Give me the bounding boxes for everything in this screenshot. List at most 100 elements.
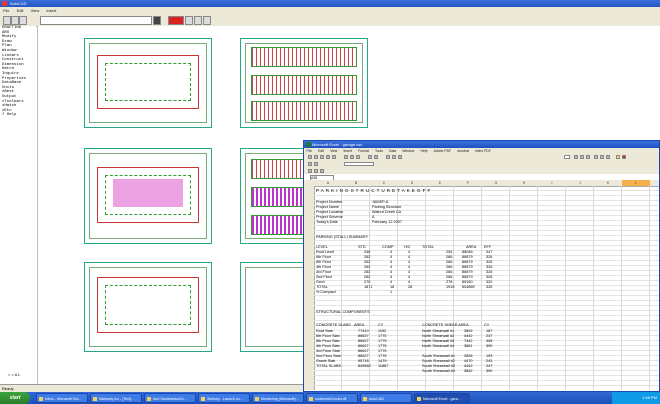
table-cell[interactable]: 1: [390, 290, 392, 295]
excel-window[interactable]: Microsoft Excel - garage.csv File Edit V…: [303, 140, 660, 392]
table-cell[interactable]: 246: [364, 250, 370, 255]
table-cell[interactable]: 5th Floor Slab: [316, 339, 340, 344]
table-cell[interactable]: 3506: [464, 354, 472, 359]
taskbar-item[interactable]: Inbox - Microsoft Out...: [36, 393, 88, 403]
table-cell[interactable]: 77410: [358, 329, 369, 334]
table-cell[interactable]: 4: [390, 255, 392, 260]
save-file-icon[interactable]: [19, 16, 27, 25]
table-cell[interactable]: 326: [486, 265, 492, 270]
table-cell[interactable]: 4: [408, 260, 410, 265]
table-cell[interactable]: 1152: [378, 329, 386, 334]
layer-dropdown[interactable]: [40, 16, 152, 25]
taskbar-item[interactable]: xsolvesAnDoctor.dll: [306, 393, 358, 403]
table-cell[interactable]: North Shearwall #1: [422, 329, 454, 334]
table-cell[interactable]: 86879: [462, 265, 473, 270]
table-cell[interactable]: 187: [486, 329, 492, 334]
linetype-icon[interactable]: [185, 16, 193, 25]
table-cell[interactable]: 270: [364, 280, 370, 285]
table-cell[interactable]: South Shearwall #4: [422, 369, 455, 374]
menu-insert[interactable]: Insert: [43, 7, 59, 14]
table-header[interactable]: H/C: [404, 245, 411, 250]
table-cell[interactable]: 95718: [358, 359, 369, 364]
preview-icon[interactable]: [332, 155, 336, 159]
font-color-icon[interactable]: [622, 155, 626, 159]
table-cell[interactable]: 3rd Floor Slab: [316, 349, 340, 354]
table-cell[interactable]: 326: [486, 275, 492, 280]
align-left-icon[interactable]: [594, 155, 598, 159]
taskbar-item[interactable]: Aird Studios/sku/2c...: [144, 393, 196, 403]
table-cell[interactable]: North Shearwall #2: [422, 334, 454, 339]
draw-icon[interactable]: [308, 169, 312, 173]
drawing-sheet-plan[interactable]: [84, 148, 212, 244]
table-cell[interactable]: 4: [408, 280, 410, 285]
table-cell[interactable]: South Shearwall #2: [422, 359, 455, 364]
table-cell[interactable]: 604869: [462, 285, 475, 290]
table-cell[interactable]: 6th Floor Slab: [316, 334, 340, 339]
table-cell[interactable]: 86627: [358, 354, 369, 359]
table-cell[interactable]: 11867: [378, 364, 388, 369]
project-value[interactable]: JAMEP-A: [372, 200, 388, 205]
bold-icon[interactable]: [574, 155, 578, 159]
project-label[interactable]: Project Name: [316, 205, 339, 210]
table-cell[interactable]: 86627: [358, 344, 369, 349]
table-cell[interactable]: 86627: [358, 334, 369, 339]
project-label[interactable]: Project Number: [316, 200, 342, 205]
table-cell[interactable]: 3842: [464, 369, 472, 374]
pdf-email-icon[interactable]: [314, 162, 318, 166]
project-label[interactable]: Today's Date: [316, 220, 338, 225]
open-file-icon[interactable]: [11, 16, 19, 25]
table-cell[interactable]: 86879: [462, 270, 473, 275]
taskbar-item[interactable]: AutoCAD: [360, 393, 412, 403]
new-icon[interactable]: [308, 155, 312, 159]
spreadsheet-grid[interactable]: P A R K I N G S T R U C T U R E T A K E …: [314, 186, 659, 390]
table-cell[interactable]: 266: [446, 265, 452, 270]
project-value[interactable]: Walnut Creek CA: [372, 210, 401, 215]
table-header[interactable]: STD: [358, 245, 366, 250]
table-cell[interactable]: 262: [364, 255, 370, 260]
table-cell[interactable]: 3861: [464, 344, 472, 349]
menu-edit[interactable]: Edit: [14, 7, 27, 14]
table-cell[interactable]: 86627: [358, 349, 369, 354]
table-cell[interactable]: South Shearwall #3: [422, 364, 455, 369]
row-header[interactable]: [304, 381, 314, 386]
project-value[interactable]: A: [372, 215, 375, 220]
table-cell[interactable]: 28: [408, 285, 412, 290]
font-size-dropdown[interactable]: [564, 155, 570, 159]
table-cell[interactable]: 326: [486, 285, 492, 290]
layout-tabs[interactable]: < > A L: [8, 372, 20, 377]
table-cell[interactable]: 86879: [462, 255, 473, 260]
table-cell[interactable]: 4: [390, 275, 392, 280]
chart-icon[interactable]: [398, 155, 402, 159]
table-cell[interactable]: 262: [364, 270, 370, 275]
table-cell[interactable]: 1915: [446, 285, 454, 290]
textbox-icon[interactable]: [320, 169, 324, 173]
table-cell[interactable]: 1775: [378, 334, 386, 339]
table-cell[interactable]: 2nd Floor: [316, 275, 332, 280]
table-cell[interactable]: 1479: [378, 359, 386, 364]
table-cell[interactable]: 347: [486, 250, 492, 255]
table-header[interactable]: EFF: [484, 245, 491, 250]
table-cell[interactable]: 4: [408, 270, 410, 275]
table-cell[interactable]: 326: [486, 270, 492, 275]
screen-menu-item[interactable]: ? Help: [0, 113, 36, 118]
table-cell[interactable]: 266: [446, 260, 452, 265]
table-cell[interactable]: 243: [486, 359, 492, 364]
table-cell[interactable]: 849840: [358, 364, 371, 369]
sort-icon[interactable]: [392, 155, 396, 159]
table-cell[interactable]: 4442: [464, 334, 472, 339]
table-cell[interactable]: 3892: [464, 329, 472, 334]
table-cell[interactable]: 262: [364, 265, 370, 270]
shape-icon[interactable]: [314, 169, 318, 173]
table-cell[interactable]: 4th Floor: [316, 265, 331, 270]
reply-changes-field[interactable]: [344, 162, 374, 166]
table-header[interactable]: AREA: [354, 323, 364, 328]
table-header[interactable]: LEVEL: [316, 245, 328, 250]
table-cell[interactable]: 4: [408, 250, 410, 255]
table-cell[interactable]: 4: [408, 255, 410, 260]
table-cell[interactable]: 390: [486, 369, 492, 374]
table-cell[interactable]: 247: [486, 364, 492, 369]
clock[interactable]: 1:48 PM: [642, 395, 657, 400]
table-cell[interactable]: 6th Floor: [316, 255, 331, 260]
new-file-icon[interactable]: [3, 16, 11, 25]
table-cell[interactable]: 254: [446, 250, 452, 255]
